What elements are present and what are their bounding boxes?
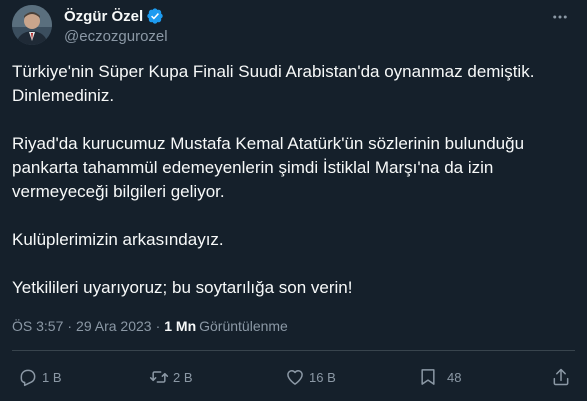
avatar[interactable]: [12, 5, 52, 45]
author-name-row: Özgür Özel: [64, 6, 164, 26]
meta-separator: ·: [67, 318, 73, 334]
more-icon: [553, 15, 567, 19]
tweet-meta: ÖS 3:57 · 29 Ara 2023 · 1 Mn Görüntülenm…: [12, 318, 288, 334]
reply-button[interactable]: 1 B: [18, 365, 62, 389]
more-options-button[interactable]: [549, 8, 571, 26]
tweet-text: Türkiye'nin Süper Kupa Finali Suudi Arab…: [12, 60, 572, 324]
tweet-paragraph: Kulüplerimizin arkasındayız.: [12, 230, 224, 249]
avatar-image: [12, 5, 52, 45]
action-bar: 1 B 2 B 16 B 48: [12, 365, 575, 389]
bookmark-icon: [421, 369, 435, 385]
reply-icon: [20, 369, 36, 387]
bookmark-button[interactable]: 48: [418, 365, 461, 389]
tweet-paragraph: Riyad'da kurucumuz Mustafa Kemal Atatürk…: [12, 134, 525, 201]
tweet-paragraph: Yetkilileri uyarıyoruz; bu soytarılığa s…: [12, 278, 353, 297]
retweet-button[interactable]: 2 B: [149, 365, 193, 389]
heart-icon: [287, 370, 303, 385]
retweet-icon: [149, 371, 169, 383]
share-button[interactable]: [551, 365, 571, 389]
author-display-name[interactable]: Özgür Özel: [64, 8, 143, 25]
divider: [12, 350, 575, 351]
reply-count: 1 B: [42, 369, 62, 385]
author-handle[interactable]: @eczozgurozel: [64, 28, 168, 45]
share-icon: [553, 368, 569, 386]
retweet-count: 2 B: [173, 369, 193, 385]
like-button[interactable]: 16 B: [285, 365, 336, 389]
verified-badge-icon[interactable]: [146, 7, 164, 25]
views-label: Görüntülenme: [199, 318, 288, 334]
tweet-time[interactable]: ÖS 3:57: [12, 318, 63, 334]
views-count[interactable]: 1 Mn: [164, 318, 196, 334]
tweet-date[interactable]: 29 Ara 2023: [76, 318, 152, 334]
bookmark-count: 48: [447, 369, 462, 385]
like-count: 16 B: [309, 369, 336, 385]
tweet-paragraph: Türkiye'nin Süper Kupa Finali Suudi Arab…: [12, 62, 535, 105]
tweet: Özgür Özel @eczozgurozel Türkiye'nin Süp…: [0, 0, 587, 401]
meta-separator: ·: [155, 318, 161, 334]
